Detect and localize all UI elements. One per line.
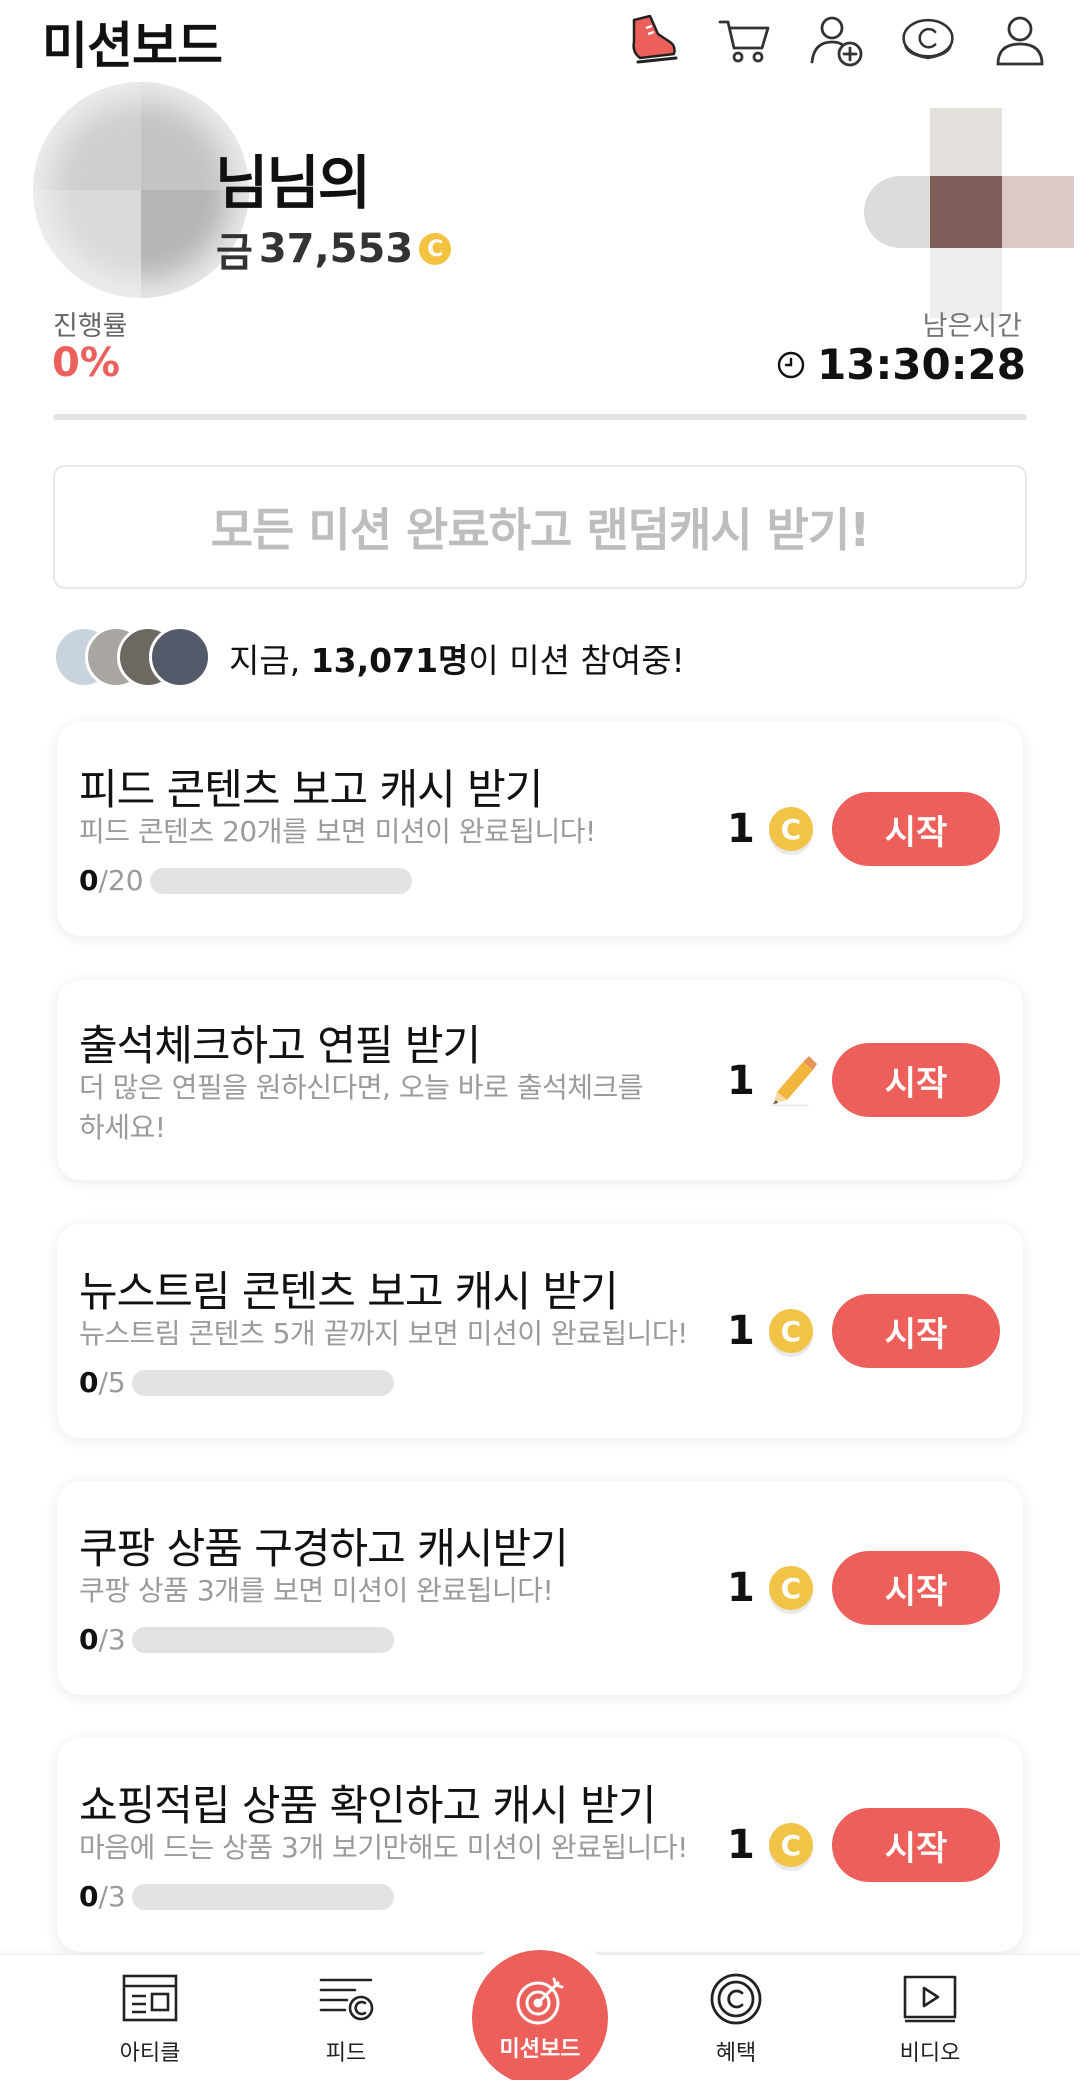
progress-track: [131, 1369, 394, 1396]
mission-reward: 1: [727, 1056, 817, 1106]
mission-progress: 0 /3: [79, 1880, 394, 1913]
participant-avatar: [149, 626, 211, 688]
mission-description: 더 많은 연필을 원하신다면, 오늘 바로 출석체크를 하세요!: [79, 1071, 644, 1144]
progress-label: 진행률: [53, 311, 128, 342]
start-button[interactable]: 시작: [832, 1808, 1000, 1882]
cash-coin-icon: C: [768, 807, 813, 851]
page-title: 미션보드: [42, 17, 223, 75]
cash-amount: 37,553: [258, 226, 414, 272]
mission-title: 피드 콘텐츠 보고 캐시 받기: [79, 765, 543, 814]
nav-label: 아티클: [119, 2041, 181, 2066]
mission-title: 쇼핑적립 상품 확인하고 캐시 받기: [79, 1781, 656, 1830]
progress-track: [149, 867, 412, 894]
cash-coin-icon[interactable]: [900, 12, 956, 68]
reward-amount: 1: [727, 1822, 755, 1868]
progress-total: /20: [98, 864, 144, 897]
nav-label: 미션보드: [499, 2037, 581, 2062]
cash-coin-icon: C: [768, 1823, 813, 1867]
profile-icon[interactable]: [992, 12, 1048, 68]
progress-done: 0: [79, 1623, 99, 1656]
progress-track: [131, 1883, 394, 1910]
mission-reward: 1 C: [727, 806, 813, 852]
video-icon: [900, 1969, 960, 2029]
top-header: 미션보드: [0, 0, 1080, 80]
nav-item-feed[interactable]: 피드: [276, 1969, 416, 2067]
start-button[interactable]: 시작: [832, 1551, 1000, 1625]
complete-all-text: 모든 미션 완료하고 랜덤캐시 받기!: [210, 503, 871, 557]
progress-done: 0: [79, 1880, 99, 1913]
mission-title: 뉴스트림 콘텐츠 보고 캐시 받기: [79, 1267, 619, 1316]
pencil-icon: [770, 1056, 817, 1106]
progress-done: 0: [79, 864, 99, 897]
character-image: [864, 108, 1080, 318]
coin-icon: C: [419, 233, 452, 265]
start-button[interactable]: 시작: [832, 1294, 1000, 1368]
mission-progress: 0 /20: [79, 864, 412, 897]
mission-progress: 0 /3: [79, 1623, 394, 1656]
add-friend-icon[interactable]: [808, 12, 864, 68]
overall-progress-bar: [53, 414, 1027, 420]
start-button[interactable]: 시작: [832, 1043, 1000, 1117]
remaining-time-value: 13:30:28: [817, 340, 1026, 389]
nav-label: 피드: [325, 2041, 367, 2066]
user-name: 님님의: [215, 149, 371, 217]
progress-done: 0: [79, 1366, 99, 1399]
progress-value: 0%: [52, 340, 120, 386]
nav-label: 비디오: [899, 2041, 961, 2066]
progress-total: /3: [98, 1880, 126, 1913]
participant-count-text: 지금, 13,071명이 미션 참여중!: [229, 634, 685, 682]
mission-card-newstream[interactable]: 뉴스트림 콘텐츠 보고 캐시 받기 뉴스트림 콘텐츠 5개 끝까지 보면 미션이…: [57, 1224, 1023, 1438]
mission-reward: 1 C: [727, 1308, 813, 1354]
cash-prefix: 금: [216, 230, 253, 276]
complete-all-reward-button[interactable]: 모든 미션 완료하고 랜덤캐시 받기!: [53, 465, 1027, 589]
reward-amount: 1: [727, 806, 755, 852]
cash-coin-icon: C: [768, 1309, 813, 1353]
target-icon: [516, 1977, 564, 2025]
mission-description: 마음에 드는 상품 3개 보기만해도 미션이 완료됩니다!: [79, 1831, 688, 1864]
header-actions: [624, 12, 1048, 68]
cart-icon[interactable]: [716, 12, 772, 68]
progress-total: /5: [98, 1366, 126, 1399]
participant-prefix: 지금,: [229, 641, 311, 680]
nav-item-article[interactable]: 아티클: [80, 1969, 220, 2067]
mission-reward: 1 C: [727, 1565, 813, 1611]
cash-balance: 금 37,553 C: [216, 220, 452, 278]
mission-description: 뉴스트림 콘텐츠 5개 끝까지 보면 미션이 완료됩니다!: [79, 1317, 688, 1350]
remaining-time: 13:30:28: [777, 340, 1026, 389]
start-button[interactable]: 시작: [832, 792, 1000, 866]
participant-count: 13,071명: [310, 641, 469, 680]
feed-icon: [316, 1969, 376, 2029]
mission-card-feed[interactable]: 피드 콘텐츠 보고 캐시 받기 피드 콘텐츠 20개를 보면 미션이 완료됩니다…: [57, 722, 1023, 936]
remaining-time-label: 남은시간: [922, 311, 1022, 342]
mission-reward: 1 C: [727, 1822, 813, 1868]
mission-card-coupang[interactable]: 쿠팡 상품 구경하고 캐시받기 쿠팡 상품 3개를 보면 미션이 완료됩니다! …: [57, 1481, 1023, 1695]
nav-item-benefit[interactable]: 혜택: [666, 1969, 806, 2067]
mission-description: 쿠팡 상품 3개를 보면 미션이 완료됩니다!: [79, 1574, 554, 1607]
clock-icon: [777, 351, 805, 378]
article-icon: [120, 1969, 180, 2029]
reward-amount: 1: [727, 1308, 755, 1354]
mission-progress: 0 /5: [79, 1366, 394, 1399]
cash-coin-icon: C: [768, 1566, 813, 1610]
nav-label: 혜택: [715, 2041, 757, 2066]
progress-track: [131, 1626, 394, 1653]
mission-card-shopping[interactable]: 쇼핑적립 상품 확인하고 캐시 받기 마음에 드는 상품 3개 보기만해도 미션…: [57, 1738, 1023, 1952]
nav-item-video[interactable]: 비디오: [860, 1969, 1000, 2067]
mission-description: 피드 콘텐츠 20개를 보면 미션이 완료됩니다!: [79, 815, 596, 848]
participant-suffix: 이 미션 참여중!: [468, 641, 685, 680]
reward-amount: 1: [727, 1058, 755, 1104]
benefit-coin-icon: [706, 1969, 766, 2029]
mission-card-attendance[interactable]: 출석체크하고 연필 받기 더 많은 연필을 원하신다면, 오늘 바로 출석체크를…: [57, 980, 1023, 1180]
progress-total: /3: [98, 1623, 126, 1656]
participant-avatars: [53, 626, 213, 690]
nav-item-missionboard[interactable]: 미션보드: [472, 1950, 608, 2080]
participants-row: 지금, 13,071명이 미션 참여중!: [53, 626, 685, 690]
mission-title: 출석체크하고 연필 받기: [79, 1021, 481, 1070]
reward-amount: 1: [727, 1565, 755, 1611]
mission-title: 쿠팡 상품 구경하고 캐시받기: [79, 1524, 569, 1573]
shoe-icon[interactable]: [624, 12, 680, 68]
